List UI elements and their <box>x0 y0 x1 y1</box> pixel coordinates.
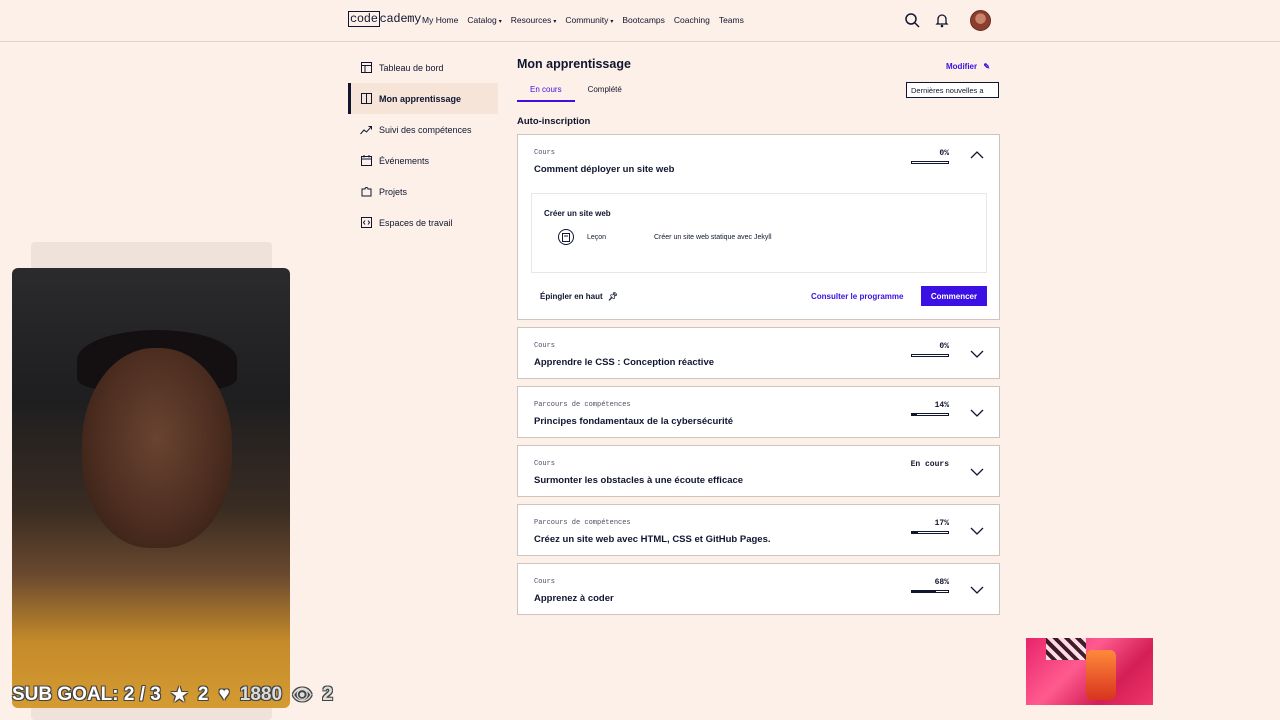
stars-count: 2 <box>197 684 209 705</box>
status-label: En cours <box>910 460 949 469</box>
webcam-feed <box>12 268 290 708</box>
lesson-icon <box>558 229 574 245</box>
chevron-down-icon[interactable] <box>970 583 984 597</box>
trend-icon <box>360 124 372 136</box>
course-title[interactable]: Apprendre le CSS : Conception réactive <box>534 357 714 368</box>
course-title[interactable]: Comment déployer un site web <box>534 164 674 175</box>
hearts-count: 1880 <box>239 684 283 705</box>
top-navigation: code cademy My Home Catalog ▾ Resources ▾ C… <box>0 0 1280 42</box>
sub-goal-text: SUB GOAL: 2 / 3 <box>12 684 161 705</box>
nav-link-my-home[interactable]: My Home <box>422 15 458 25</box>
chevron-down-icon[interactable] <box>970 347 984 361</box>
progress-label: 14% <box>934 401 949 410</box>
progress-bar <box>911 413 949 416</box>
page-title: Mon apprentissage <box>517 57 631 71</box>
section-title: Auto-inscription <box>517 116 591 127</box>
nav-link-teams[interactable]: Teams <box>719 15 744 25</box>
search-icon[interactable] <box>904 12 920 28</box>
stream-stats-overlay: SUB GOAL: 2 / 3 ★ 2 ♥ 1880 👁︎ 2 <box>12 682 432 708</box>
course-card: Cours Apprendre le CSS : Conception réac… <box>517 327 1000 379</box>
nav-link-resources[interactable]: Resources ▾ <box>511 15 557 25</box>
viewers-count: 2 <box>322 684 333 705</box>
sidebar-item-my-learning[interactable]: Mon apprentissage <box>348 83 498 114</box>
tab-completed[interactable]: Complété <box>575 85 635 102</box>
course-card: Parcours de compétences Créez un site we… <box>517 504 1000 556</box>
progress-bar <box>911 161 949 164</box>
view-syllabus-link[interactable]: Consulter le programme <box>811 292 903 301</box>
sidebar-item-skills[interactable]: Suivi des compétences <box>348 114 498 145</box>
chevron-down-icon: ▾ <box>553 19 557 25</box>
star-icon: ★ <box>170 684 188 706</box>
chevron-down-icon[interactable] <box>970 524 984 538</box>
chevron-up-icon[interactable] <box>970 148 984 162</box>
sidebar-item-workspaces[interactable]: Espaces de travail <box>348 207 498 238</box>
bell-icon[interactable] <box>934 12 950 28</box>
pencil-icon: ✎ <box>983 62 991 71</box>
pin-to-top-button[interactable]: Épingler en haut 📌︎ <box>540 292 618 301</box>
calendar-icon <box>360 155 372 167</box>
nav-link-coaching[interactable]: Coaching <box>674 15 710 25</box>
nav-link-community[interactable]: Community ▾ <box>565 15 613 25</box>
progress-label: 0% <box>939 342 949 351</box>
nav-links: My Home Catalog ▾ Resources ▾ Community ▾ B… <box>422 15 744 25</box>
start-button[interactable]: Commencer <box>921 286 987 306</box>
tab-in-progress[interactable]: En cours <box>517 85 575 102</box>
progress-bar <box>911 590 949 593</box>
book-icon <box>360 93 372 105</box>
puzzle-icon <box>360 186 372 198</box>
lesson-panel: Créer un site web Leçon Créer un site we… <box>531 193 987 273</box>
modify-button[interactable]: Modifier ✎ <box>946 62 990 71</box>
course-type: Cours <box>534 578 556 586</box>
eye-icon: 👁︎ <box>292 687 313 704</box>
dashboard-icon <box>360 62 372 74</box>
chevron-down-icon[interactable] <box>970 406 984 420</box>
progress-label: 68% <box>934 578 949 587</box>
codecademy-logo[interactable]: code cademy <box>348 11 421 27</box>
nav-link-catalog[interactable]: Catalog ▾ <box>467 15 501 25</box>
course-type: Cours <box>534 460 556 468</box>
progress-bar <box>911 354 949 357</box>
nav-link-bootcamps[interactable]: Bootcamps <box>622 15 665 25</box>
tabs: En cours Complété <box>517 85 635 102</box>
course-type: Cours <box>534 342 556 350</box>
avatar[interactable] <box>970 10 991 31</box>
pin-icon: 📌︎ <box>607 292 619 301</box>
sidebar-item-events[interactable]: Événements <box>348 145 498 176</box>
course-type: Parcours de compétences <box>534 519 631 527</box>
course-card: Parcours de compétences Principes fondam… <box>517 386 1000 438</box>
course-type: Parcours de compétences <box>534 401 631 409</box>
sidebar-item-dashboard[interactable]: Tableau de bord <box>348 52 498 83</box>
progress-label: 17% <box>934 519 949 528</box>
course-card-expanded: Cours Comment déployer un site web 0% Cr… <box>517 134 1000 320</box>
sort-select[interactable]: Dernières nouvelles a <box>906 82 999 98</box>
chevron-down-icon: ▾ <box>498 19 502 25</box>
promo-image <box>1026 638 1153 705</box>
course-card: Cours Apprenez à coder 68% <box>517 563 1000 615</box>
sidebar: Tableau de bord Mon apprentissage Suivi … <box>348 52 498 238</box>
course-title[interactable]: Surmonter les obstacles à une écoute eff… <box>534 475 743 486</box>
chevron-down-icon: ▾ <box>610 19 614 25</box>
course-type: Cours <box>534 149 556 157</box>
course-title[interactable]: Principes fondamentaux de la cybersécuri… <box>534 416 733 427</box>
sidebar-item-projects[interactable]: Projets <box>348 176 498 207</box>
course-title[interactable]: Créez un site web avec HTML, CSS et GitH… <box>534 534 771 545</box>
course-card: Cours Surmonter les obstacles à une écou… <box>517 445 1000 497</box>
chevron-down-icon[interactable] <box>970 465 984 479</box>
module-title: Créer un site web <box>544 209 611 218</box>
progress-label: 0% <box>939 149 949 158</box>
code-icon <box>360 217 372 229</box>
heart-icon: ♥ <box>218 684 230 705</box>
progress-bar <box>911 531 949 534</box>
lesson-type: Leçon <box>587 234 607 241</box>
course-title[interactable]: Apprenez à coder <box>534 593 614 604</box>
lesson-link[interactable]: Créer un site web statique avec Jekyll <box>654 234 772 241</box>
